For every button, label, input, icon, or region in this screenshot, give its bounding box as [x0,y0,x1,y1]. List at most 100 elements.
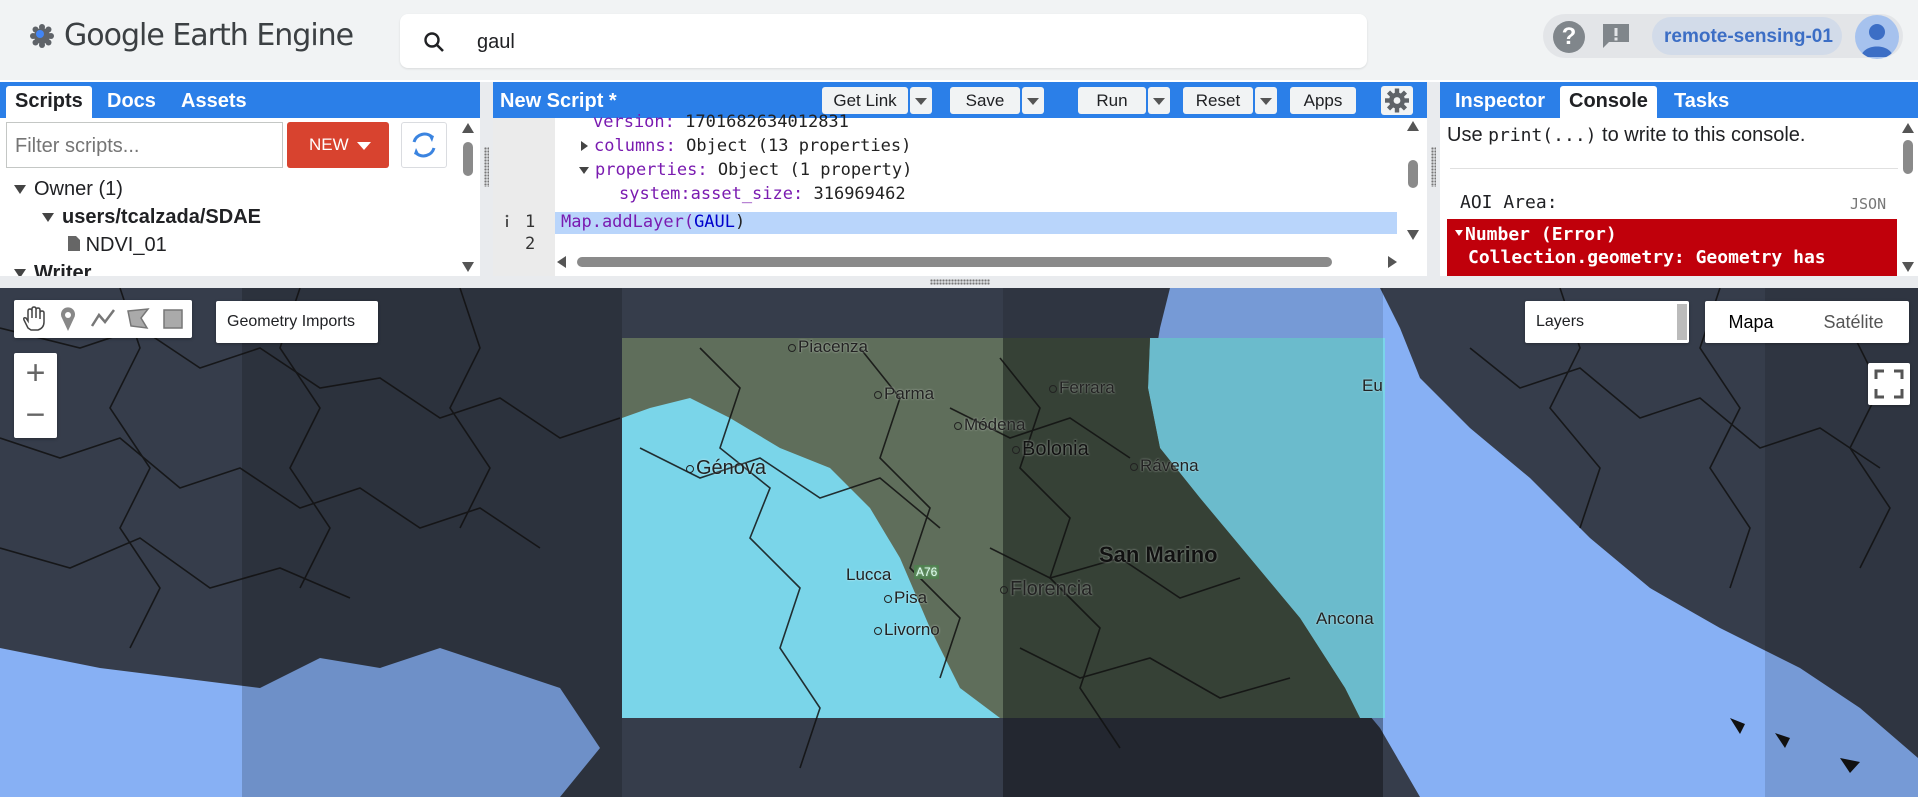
app-title: Google Earth Engine [64,18,354,53]
city-label: Génova [686,457,766,480]
expand-icon [1455,230,1463,236]
tab-inspector[interactable]: Inspector [1446,86,1554,118]
scroll-thumb[interactable] [1903,140,1913,174]
feedback-icon[interactable] [1601,22,1631,50]
layers-dropdown[interactable]: Layers [1525,301,1689,343]
tree-writer[interactable]: Writer [14,262,91,276]
gear-icon [1385,88,1409,113]
zoom-control: + − [14,353,57,438]
aoi-area-label: AOI Area: [1460,192,1558,213]
output-properties-line[interactable]: properties: Object (1 property) [579,160,912,180]
account-name-button[interactable]: remote-sensing-01 [1652,17,1842,55]
error-message: Collection.geometry: Geometry has [1468,247,1826,268]
hand-pan-icon[interactable] [20,306,46,332]
filter-scripts-input[interactable]: Filter scripts... [6,122,283,168]
code-editor-panel: New Script * Get Link Save Run Reset App… [493,82,1427,276]
settings-button[interactable] [1381,86,1413,115]
save-button[interactable]: Save [950,87,1020,114]
scroll-thumb[interactable] [463,142,473,176]
tab-tasks[interactable]: Tasks [1665,86,1738,118]
help-icon[interactable]: ? [1553,21,1585,53]
editor-vertical-scrollbar[interactable] [1406,118,1420,244]
refresh-button[interactable] [401,122,447,168]
zoom-out-button[interactable]: − [14,395,57,437]
tab-docs[interactable]: Docs [98,86,165,118]
script-title: New Script * [500,90,617,112]
line-gutter [493,118,555,276]
search-input[interactable]: gaul [477,31,515,54]
tree-owner-label: Owner (1) [34,178,123,200]
fullscreen-button[interactable] [1868,363,1910,405]
tree-writer-label: Writer [34,262,92,276]
zoom-in-button[interactable]: + [14,353,57,395]
rectangle-draw-icon[interactable] [160,306,186,332]
map-splitter[interactable] [0,276,1918,288]
error-output[interactable]: Number (Error) Collection.geometry: Geom… [1447,219,1897,276]
map-type-mapa[interactable]: Mapa [1705,301,1797,343]
account-area: ? remote-sensing-01 [1543,14,1903,59]
apps-button[interactable]: Apps [1290,87,1356,114]
output-version-line: version: 1701682634012831 [593,112,849,132]
scripts-scrollbar[interactable] [461,120,475,276]
fullscreen-icon [1874,369,1904,399]
run-dropdown[interactable] [1148,87,1170,114]
search-icon [424,32,444,52]
scroll-right-icon [1388,256,1397,268]
city-label: Eu [1362,376,1383,395]
tree-repo-label: users/tcalzada/SDAE [62,206,261,228]
tab-console[interactable]: Console [1560,86,1657,118]
scroll-left-icon [557,256,566,268]
tree-owner[interactable]: Owner (1) [14,178,123,201]
layers-scrollbar[interactable] [1677,304,1687,340]
save-dropdown[interactable] [1022,87,1044,114]
left-splitter[interactable] [480,82,493,276]
info-icon[interactable] [503,214,511,228]
json-link[interactable]: JSON [1850,195,1886,213]
tree-script-ndvi[interactable]: NDVI_01 [68,234,167,257]
city-label: Lucca [846,565,892,584]
geometry-imports-button[interactable]: Geometry Imports [216,301,378,343]
point-marker-icon[interactable] [55,306,81,332]
tab-assets[interactable]: Assets [172,86,256,118]
output-columns-line[interactable]: columns: Object (13 properties) [581,136,911,156]
account-name: remote-sensing-01 [1664,26,1833,47]
map-view[interactable]: Geometry Imports + − Layers Mapa Satélit… [0,288,1918,797]
drawing-tools [14,300,192,338]
console-panel: Inspector Console Tasks Use print(...) t… [1440,82,1918,276]
polygon-draw-icon[interactable] [125,306,151,332]
scroll-up-icon [462,123,474,133]
reset-button[interactable]: Reset [1183,87,1253,114]
user-avatar-icon [1861,24,1893,57]
scroll-thumb[interactable] [577,257,1332,267]
scroll-up-icon [1407,121,1419,131]
scroll-down-icon [1407,230,1419,240]
app-logo[interactable]: Google Earth Engine [28,18,354,53]
console-scrollbar[interactable] [1901,120,1915,276]
road-shield: A76 [914,565,940,579]
code-line-1[interactable]: Map.addLayer(GAUL) [561,212,745,232]
avatar[interactable] [1855,15,1899,59]
tree-repo[interactable]: users/tcalzada/SDAE [42,206,261,229]
right-tabbar: Inspector Console Tasks [1440,82,1918,118]
city-label: Módena [954,415,1025,435]
search-bar[interactable]: gaul [400,14,1367,68]
expand-icon [14,185,26,195]
scroll-thumb[interactable] [1408,160,1418,188]
code-area[interactable]: version: 1701682634012831 columns: Objec… [493,112,1427,276]
get-link-dropdown[interactable] [910,87,932,114]
map-type-toggle: Mapa Satélite [1705,301,1909,343]
scroll-down-icon [462,262,474,272]
editor-horizontal-scrollbar[interactable] [555,255,1400,269]
app-header: Google Earth Engine gaul ? remote-sensin… [0,0,1918,80]
error-title[interactable]: Number (Error) [1455,224,1897,245]
right-splitter[interactable] [1427,82,1440,276]
reset-dropdown[interactable] [1255,87,1277,114]
map-type-satelite[interactable]: Satélite [1798,301,1909,343]
map-canvas [0,288,1918,797]
new-button[interactable]: NEW [287,122,389,168]
get-link-button[interactable]: Get Link [822,87,908,114]
run-button[interactable]: Run [1078,87,1146,114]
tab-scripts[interactable]: Scripts [6,86,92,118]
line-number-1: 1 [525,212,536,232]
line-draw-icon[interactable] [90,306,116,332]
